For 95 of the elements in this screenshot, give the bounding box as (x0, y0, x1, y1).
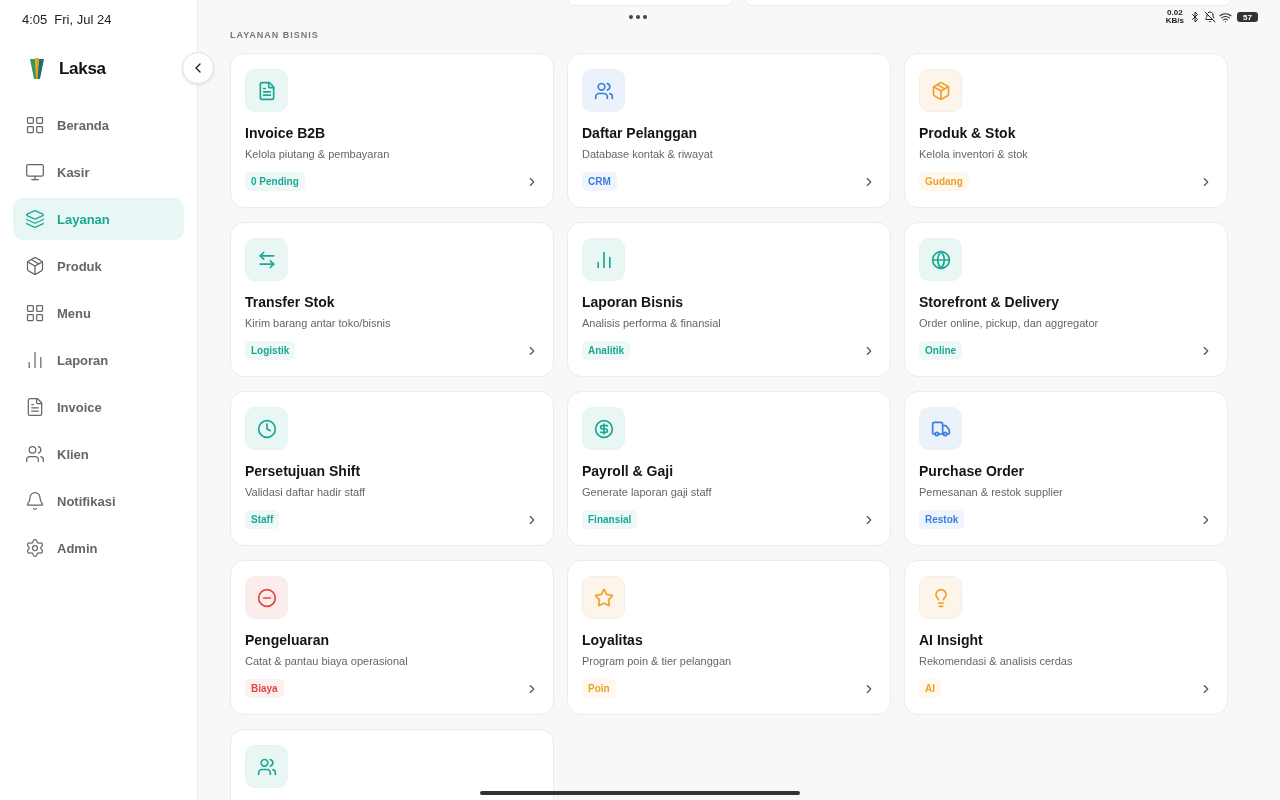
card-tag: Restok (919, 510, 965, 529)
sidebar-item[interactable]: Kasir (13, 151, 184, 193)
bell-icon (25, 491, 45, 511)
grid-icon (25, 303, 45, 323)
card-title: Produk & Stok (919, 125, 1017, 141)
card-tag: Analitik (582, 341, 631, 360)
service-card[interactable]: Payroll & Gaji Generate laporan gaji staff Finansial (567, 391, 891, 546)
sidebar-item[interactable]: Klien (13, 433, 184, 475)
card-title: Pengeluaran (245, 632, 331, 648)
star-icon (593, 587, 614, 608)
service-card[interactable]: Transfer Stok Kirim barang antar toko/bisnis Logistik (230, 222, 554, 377)
section-title: LAYANAN BISNIS (230, 30, 320, 42)
card-title: Transfer Stok (245, 294, 336, 310)
users-icon (593, 80, 614, 101)
card-tag: Poin (582, 679, 616, 698)
sidebar-item-label: Produk (57, 258, 102, 274)
sidebar-item-label: Beranda (57, 117, 110, 133)
card-tag: 0 Pending (245, 172, 305, 191)
card-description: Analisis performa & finansial (582, 317, 722, 329)
card-tag: Online (919, 341, 963, 360)
service-card[interactable]: Produk & Stok Kelola inventori & stok Gudang (904, 53, 1228, 208)
battery-level: 57 (1237, 12, 1258, 22)
clock-icon (256, 418, 277, 439)
card-description: Rekomendasi & analisis cerdas (919, 655, 1074, 667)
more-icon[interactable] (629, 15, 647, 19)
bluetooth-icon (1189, 11, 1201, 23)
sidebar-item[interactable]: Produk (13, 245, 184, 287)
bell-off-icon (1204, 11, 1216, 23)
card-title: Purchase Order (919, 463, 1026, 479)
service-card[interactable]: Storefront & Delivery Order online, pickup, dan aggregator Online (904, 222, 1228, 377)
service-card[interactable]: Pengeluaran Catat & pantau biaya operasional Biaya (230, 560, 554, 715)
service-card[interactable]: Loyalitas Program poin & tier pelanggan Poin (567, 560, 891, 715)
dollar-icon (593, 418, 614, 439)
card-title: Payroll & Gaji (582, 463, 675, 479)
collapse-button[interactable] (182, 52, 214, 84)
card-description: Pemesanan & restok supplier (919, 486, 1064, 498)
sidebar-item[interactable]: Notifikasi (13, 480, 184, 522)
card-title: AI Insight (919, 632, 984, 648)
sidebar-item-label: Invoice (57, 399, 102, 415)
card-tag: Biaya (245, 679, 284, 698)
card-tag: Gudang (919, 172, 969, 191)
grid-icon (25, 115, 45, 135)
card-description: Generate laporan gaji staff (582, 486, 713, 498)
box-icon (930, 80, 951, 101)
minus-circle-icon (256, 587, 277, 608)
service-card[interactable]: AI Insight Rekomendasi & analisis cerdas AI (904, 560, 1228, 715)
document-icon (25, 397, 45, 417)
sidebar-item[interactable]: Beranda (13, 104, 184, 146)
card-description: Program poin & tier pelanggan (582, 655, 733, 667)
sidebar-item-label: Layanan (57, 211, 110, 227)
monitor-icon (25, 162, 45, 182)
users-icon (25, 444, 45, 464)
sidebar-item-label: Notifikasi (57, 493, 116, 509)
card-description: Kirim barang antar toko/bisnis (245, 317, 392, 329)
card-tag: CRM (582, 172, 617, 191)
settings-icon (25, 538, 45, 558)
card-title: Persetujuan Shift (245, 463, 362, 479)
service-card[interactable]: Daftar Pelanggan Database kontak & riwayat CRM (567, 53, 891, 208)
clock-time: 4:05 (22, 11, 48, 27)
service-card[interactable]: Purchase Order Pemesanan & restok supplier Restok (904, 391, 1228, 546)
sidebar-item-label: Admin (57, 540, 98, 556)
card-title: Storefront & Delivery (919, 294, 1061, 310)
card-description: Kelola inventori & stok (919, 148, 1029, 160)
card-tag: Logistik (245, 341, 296, 360)
sidebar-item[interactable]: Menu (13, 292, 184, 334)
service-card[interactable]: Persetujuan Shift Validasi daftar hadir staff Staff (230, 391, 554, 546)
card-tag: Staff (245, 510, 280, 529)
sidebar-item-label: Kasir (57, 164, 90, 180)
card-description: Catat & pantau biaya operasional (245, 655, 409, 667)
card-title: Invoice B2B (245, 125, 327, 141)
card-title: Daftar Pelanggan (582, 125, 699, 141)
sidebar-item[interactable]: Admin (13, 527, 184, 569)
service-card[interactable]: Invoice B2B Kelola piutang & pembayaran 0 Pending (230, 53, 554, 208)
clock-date: Fri, Jul 24 (54, 11, 112, 27)
card-title: Laporan Bisnis (582, 294, 685, 310)
card-description: Kelola piutang & pembayaran (245, 148, 391, 160)
card-description: Order online, pickup, dan aggregator (919, 317, 1100, 329)
layers-icon (25, 209, 45, 229)
card-title: Loyalitas (582, 632, 644, 648)
box-icon (25, 256, 45, 276)
network-speed: 0.02 KB/s (1165, 9, 1184, 25)
sidebar-item[interactable]: Invoice (13, 386, 184, 428)
wifi-icon (1219, 10, 1232, 24)
logo-icon (29, 57, 45, 81)
card-description: Database kontak & riwayat (582, 148, 714, 160)
card-tag: AI (919, 679, 941, 698)
globe-icon (930, 249, 951, 270)
card-tag: Finansial (582, 510, 638, 529)
sidebar-item-label: Klien (57, 446, 89, 462)
card-description: Validasi daftar hadir staff (245, 486, 367, 498)
sidebar-item[interactable]: Laporan (13, 339, 184, 381)
service-card[interactable]: Laporan Bisnis Analisis performa & finansial Analitik (567, 222, 891, 377)
brand-name: Laksa (59, 59, 106, 79)
sidebar-item-label: Laporan (57, 352, 109, 368)
sidebar-item-label: Menu (57, 305, 91, 321)
